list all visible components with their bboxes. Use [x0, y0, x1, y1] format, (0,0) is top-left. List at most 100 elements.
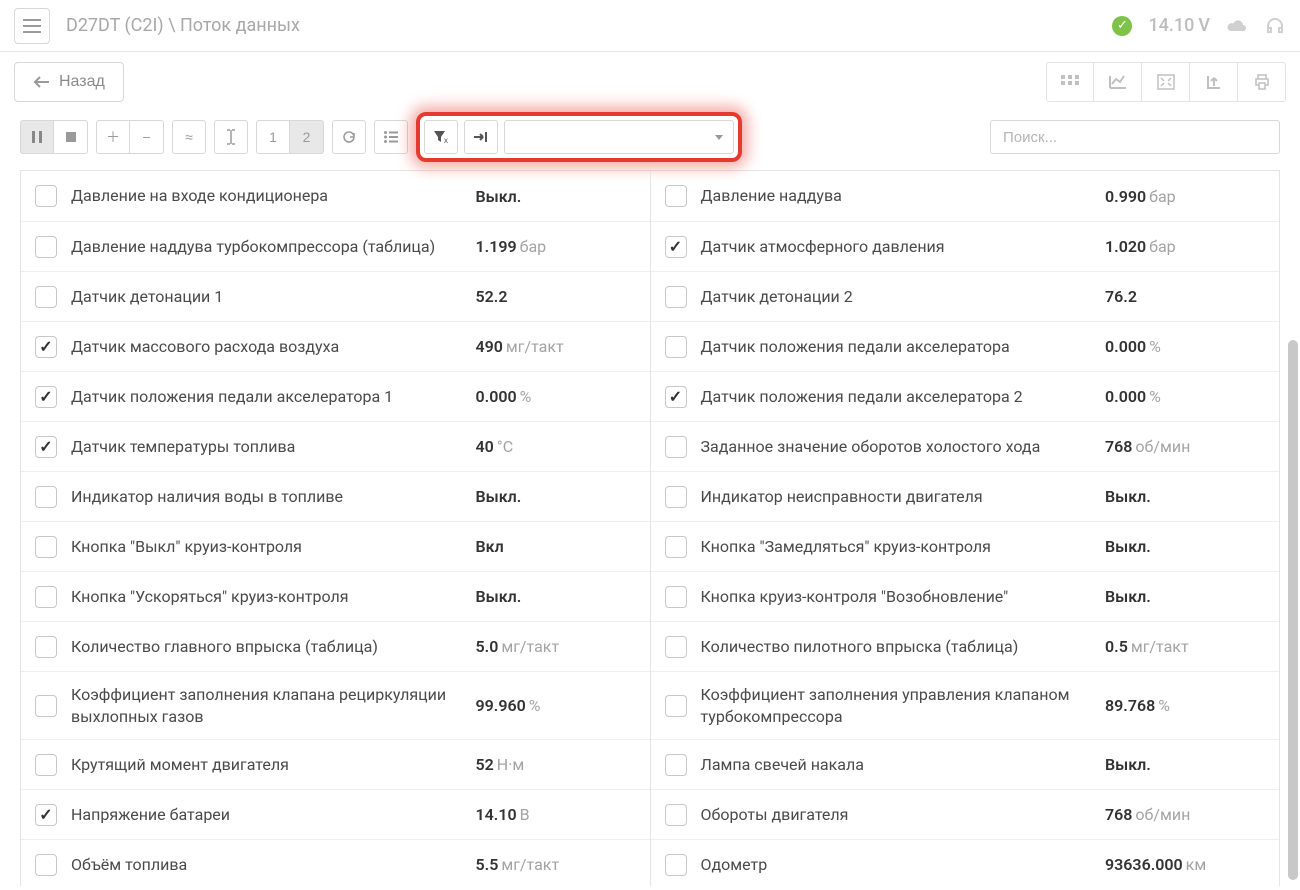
row-checkbox[interactable] [665, 536, 687, 558]
row-value: 76.2 [1105, 287, 1137, 306]
row-value: Выкл. [476, 187, 522, 206]
list-icon [384, 131, 398, 143]
back-button[interactable]: Назад [14, 62, 124, 102]
row-unit: мг/такт [501, 637, 559, 656]
view-1-button[interactable]: 1 [256, 120, 290, 154]
row-checkbox[interactable] [35, 185, 57, 207]
row-unit: км [1186, 855, 1207, 874]
row-value-cell: 768об/мин [1105, 437, 1265, 456]
row-checkbox[interactable] [665, 586, 687, 608]
headset-icon[interactable] [1264, 15, 1286, 37]
row-unit: бар [1149, 187, 1176, 206]
cloud-icon[interactable] [1226, 15, 1248, 37]
row-value: 768 [1105, 437, 1132, 456]
row-value: 89.768 [1105, 696, 1155, 715]
grid-icon [1061, 75, 1079, 89]
row-value-cell: 14.10В [476, 805, 636, 824]
row-checkbox[interactable] [35, 236, 57, 258]
row-value-cell: Выкл. [476, 187, 636, 206]
row-checkbox[interactable] [35, 486, 57, 508]
row-label: Давление на входе кондиционера [57, 185, 476, 207]
scrollbar-thumb[interactable] [1288, 340, 1298, 880]
view-2-button[interactable]: 2 [290, 120, 324, 154]
row-value: 0.000 [1105, 387, 1146, 406]
pause-button[interactable] [20, 120, 54, 154]
row-unit: бар [1149, 237, 1176, 256]
row-value-cell: 768об/мин [1105, 805, 1265, 824]
row-checkbox[interactable] [35, 754, 57, 776]
grid-view-button[interactable] [1046, 62, 1094, 102]
row-checkbox[interactable] [665, 386, 687, 408]
data-row: Датчик детонации 152.2 [21, 271, 650, 321]
filter-dropdown[interactable] [504, 120, 734, 154]
row-checkbox[interactable] [35, 386, 57, 408]
row-value: 93636.000 [1105, 855, 1183, 874]
row-checkbox[interactable] [35, 336, 57, 358]
fullscreen-button[interactable] [1142, 62, 1190, 102]
row-checkbox[interactable] [35, 586, 57, 608]
row-checkbox[interactable] [35, 436, 57, 458]
row-value-cell: Выкл. [1105, 587, 1265, 606]
row-checkbox[interactable] [35, 286, 57, 308]
row-checkbox[interactable] [35, 804, 57, 826]
data-row: Датчик атмосферного давления1.020бар [651, 221, 1280, 271]
remove-button[interactable]: − [130, 120, 164, 154]
voltage-unit: V [1198, 15, 1210, 36]
menu-button[interactable] [14, 8, 50, 44]
row-checkbox[interactable] [665, 754, 687, 776]
refresh-button[interactable] [332, 120, 366, 154]
breadcrumb-device: D27DT (C2I) [66, 15, 164, 36]
row-checkbox[interactable] [665, 804, 687, 826]
row-checkbox[interactable] [35, 854, 57, 876]
row-checkbox[interactable] [665, 695, 687, 717]
row-checkbox[interactable] [665, 854, 687, 876]
row-checkbox[interactable] [35, 636, 57, 658]
row-checkbox[interactable] [665, 185, 687, 207]
row-value: 40 [476, 437, 494, 456]
row-value: Вкл [476, 537, 504, 556]
row-checkbox[interactable] [665, 436, 687, 458]
search-input[interactable] [990, 120, 1280, 154]
list-button[interactable] [374, 120, 408, 154]
export-button[interactable] [1190, 62, 1238, 102]
hamburger-icon [23, 19, 41, 33]
scrollbar[interactable] [1288, 340, 1298, 880]
row-value: 52 [476, 755, 494, 774]
row-label: Датчик детонации 2 [687, 286, 1106, 308]
chart-button[interactable] [1094, 62, 1142, 102]
row-value: 5.5 [476, 855, 499, 874]
row-unit: бар [520, 237, 547, 256]
row-label: Объём топлива [57, 854, 476, 876]
row-value-cell: 0.000% [1105, 387, 1265, 406]
data-row: Количество пилотного впрыска (таблица)0.… [651, 621, 1280, 671]
row-checkbox[interactable] [35, 536, 57, 558]
add-button[interactable]: ＋ [96, 120, 130, 154]
row-value-cell: 0.5мг/такт [1105, 637, 1265, 656]
clear-filter-button[interactable]: x [424, 120, 458, 154]
row-value-cell: 52.2 [476, 287, 636, 306]
row-value-cell: 93636.000км [1105, 855, 1265, 874]
row-value: 490 [476, 337, 503, 356]
row-value: 1.199 [476, 237, 517, 256]
go-to-button[interactable] [464, 120, 498, 154]
row-checkbox[interactable] [35, 695, 57, 717]
print-button[interactable] [1238, 62, 1286, 102]
approx-button[interactable]: ≈ [172, 120, 206, 154]
row-unit: % [1158, 696, 1170, 715]
row-label: Кнопка "Замедляться" круиз-контроля [687, 536, 1106, 558]
text-cursor-icon [226, 129, 236, 145]
row-label: Датчик положения педали акселератора 1 [57, 386, 476, 408]
row-value: Выкл. [476, 587, 522, 606]
row-checkbox[interactable] [665, 486, 687, 508]
row-value-cell: 0.000% [476, 387, 636, 406]
fullscreen-icon [1157, 74, 1175, 90]
stop-button[interactable] [54, 120, 88, 154]
row-value-cell: Выкл. [1105, 487, 1265, 506]
row-unit: % [529, 696, 541, 715]
row-checkbox[interactable] [665, 636, 687, 658]
pause-icon [32, 131, 42, 143]
row-checkbox[interactable] [665, 236, 687, 258]
row-checkbox[interactable] [665, 286, 687, 308]
row-checkbox[interactable] [665, 336, 687, 358]
text-cursor-button[interactable] [214, 120, 248, 154]
